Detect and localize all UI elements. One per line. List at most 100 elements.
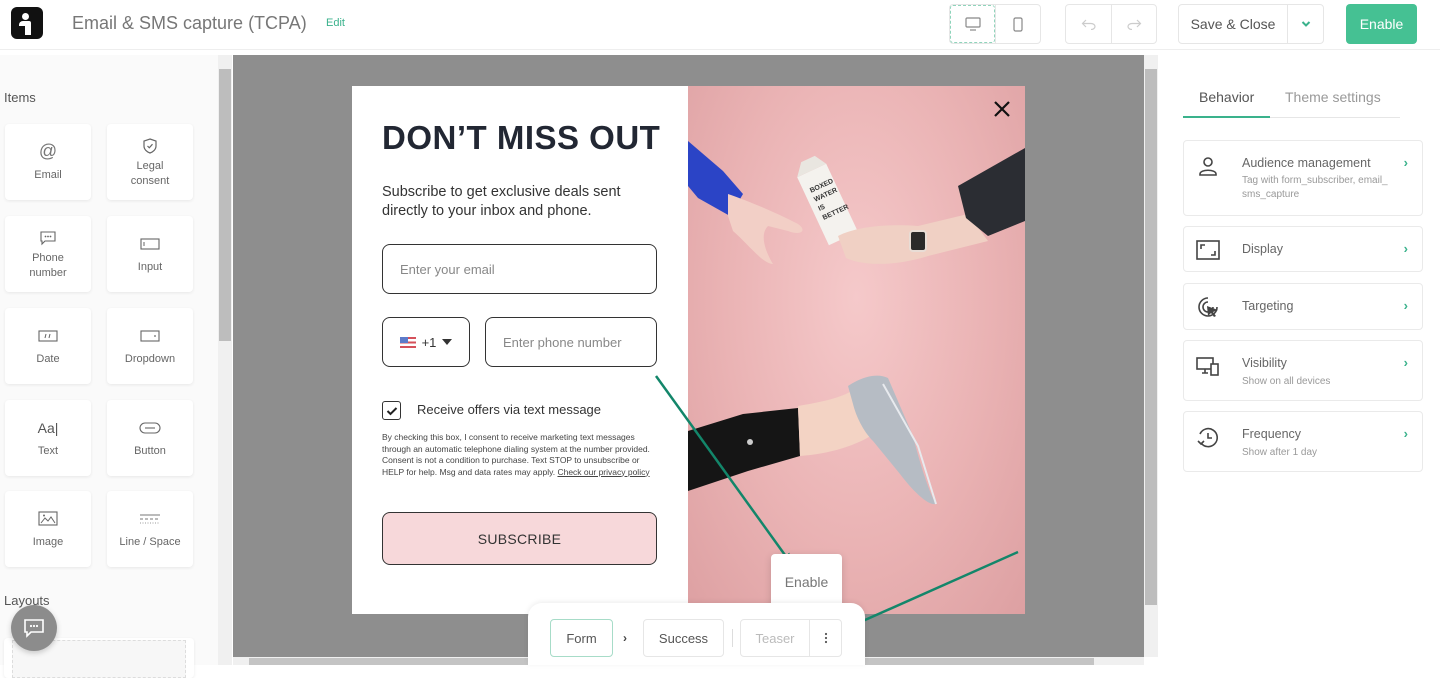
step-form[interactable]: Form [550,619,613,657]
item-label: Legal consent [130,159,170,187]
user-icon [1199,157,1217,176]
tab-theme-settings[interactable]: Theme settings [1285,89,1381,105]
item-line-space[interactable]: Line / Space [107,491,193,567]
card-title: Display [1242,242,1283,256]
item-date[interactable]: Date [5,308,91,384]
item-email[interactable]: @ Email [5,124,91,200]
chevron-right-icon: › [1403,426,1408,441]
desktop-icon [964,17,981,31]
date-icon [38,326,58,346]
item-label: Button [134,444,166,457]
chevron-right-icon: › [1403,355,1408,370]
save-options-dropdown[interactable] [1287,5,1323,43]
active-tab-indicator [1183,116,1270,118]
edit-title-link[interactable]: Edit [326,17,345,29]
targeting-icon [1198,297,1218,317]
popup-subtitle[interactable]: Subscribe to get exclusive deals sent di… [382,183,667,221]
popup-preview: DON’T MISS OUT Subscribe to get exclusiv… [352,86,1025,614]
item-phone-number[interactable]: Phone number [5,216,91,292]
phone-placeholder: Enter phone number [503,334,622,350]
chevron-right-icon: › [623,631,627,645]
history-icon [1197,427,1219,448]
chat-button[interactable] [11,605,57,651]
items-sidebar: Items @ Email Legal consent Phone number… [0,55,218,678]
step-teaser[interactable]: Teaser [740,619,810,657]
shield-check-icon [143,136,157,156]
sms-consent-label[interactable]: Receive offers via text message [417,402,601,417]
at-icon: @ [38,141,58,161]
chevron-right-icon: › [1403,155,1408,170]
text-icon: Aa| [37,419,59,436]
items-heading: Items [4,90,36,105]
item-dropdown[interactable]: Dropdown [107,308,193,384]
desktop-view-button[interactable] [950,5,995,43]
email-placeholder: Enter your email [400,261,495,277]
chat-icon [24,619,44,638]
chevron-right-icon: › [1403,241,1408,256]
item-label: Text [37,444,59,457]
phone-field[interactable]: Enter phone number [485,317,657,367]
item-label: Line / Space [119,535,181,548]
item-label: Date [36,352,60,365]
chevron-right-icon: › [1403,298,1408,313]
history-controls [1065,4,1157,44]
subscribe-button[interactable]: SUBSCRIBE [382,512,657,565]
tab-behavior[interactable]: Behavior [1199,89,1254,105]
item-label: Dropdown [124,352,176,365]
card-display[interactable]: Display › [1183,226,1423,272]
card-subtitle: Tag with form_subscriber, email_ sms_cap… [1242,175,1388,200]
teaser-more-button[interactable] [809,619,842,657]
input-icon [140,234,160,254]
save-group: Save & Close [1178,4,1324,44]
enable-button[interactable]: Enable [1346,4,1417,44]
popup-image[interactable]: BOXED WATER IS BETTER [688,86,1025,614]
card-targeting[interactable]: Targeting › [1183,283,1423,330]
card-frequency[interactable]: Frequency Show after 1 day › [1183,411,1423,472]
hands-and-leg-photo: BOXED WATER IS BETTER [688,141,1025,505]
redo-icon [1127,19,1142,30]
privacy-policy-link[interactable]: Check our privacy policy [557,467,649,477]
popup-headline[interactable]: DON’T MISS OUT [382,119,660,157]
step-success[interactable]: Success [643,619,724,657]
item-button[interactable]: Button [107,400,193,476]
item-image[interactable]: Image [5,491,91,567]
redo-button[interactable] [1111,5,1156,43]
display-frame-icon [1196,240,1220,260]
save-close-button[interactable]: Save & Close [1179,5,1287,43]
view-toggle [949,4,1041,44]
popup-form: DON’T MISS OUT Subscribe to get exclusiv… [352,86,688,614]
settings-tabs: Behavior Theme settings [1183,80,1400,118]
items-scrollbar[interactable] [218,55,232,665]
dropdown-icon [140,326,160,346]
canvas-vertical-scrollbar[interactable] [1144,55,1158,657]
country-code-value: +1 [421,334,437,350]
undo-icon [1081,19,1096,30]
sms-consent-checkbox[interactable] [382,401,401,420]
card-title: Audience management [1242,156,1371,170]
app-logo-icon[interactable] [11,7,43,39]
chevron-down-icon [1301,21,1310,27]
us-flag-icon [399,336,416,348]
item-legal-consent[interactable]: Legal consent [107,124,193,200]
item-text[interactable]: Aa| Text [5,400,91,476]
card-visibility[interactable]: Visibility Show on all devices › [1183,340,1423,401]
country-code-select[interactable]: +1 [382,317,470,367]
enable-tooltip-button[interactable]: Enable [771,554,842,609]
chat-bubble-icon [39,228,57,248]
close-icon[interactable] [991,98,1013,120]
mobile-view-button[interactable] [995,5,1040,43]
undo-button[interactable] [1066,5,1111,43]
item-label: Input [137,260,163,273]
item-label: Image [32,535,64,548]
line-space-icon [139,509,161,529]
settings-sidebar: Behavior Theme settings Audience managem… [1158,55,1440,665]
email-field[interactable]: Enter your email [382,244,657,294]
button-icon [139,418,161,438]
card-audience-management[interactable]: Audience management Tag with form_subscr… [1183,140,1423,216]
card-subtitle: Show on all devices [1242,376,1331,387]
item-input[interactable]: Input [107,216,193,292]
card-title: Targeting [1242,299,1294,313]
item-label: Phone number [29,251,67,279]
mobile-icon [1013,16,1023,32]
image-icon [38,509,58,529]
